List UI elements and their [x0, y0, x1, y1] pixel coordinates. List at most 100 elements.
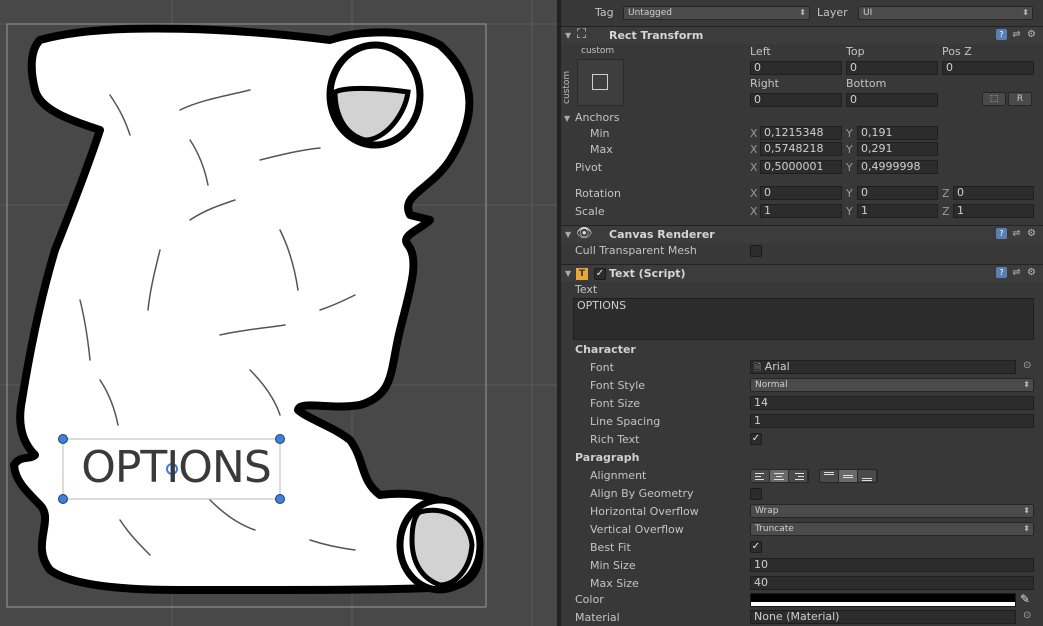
posz-label: Pos Z	[942, 45, 972, 58]
dotted-box-icon: ⬚	[989, 94, 999, 104]
preset-sliders-icon[interactable]: ⇌	[1011, 29, 1022, 40]
anchor-max-y-field[interactable]: 0,291	[857, 142, 938, 156]
min-y-label: Y	[846, 127, 853, 140]
foldout-arrow-icon[interactable]: ▼	[565, 230, 571, 239]
layer-dropdown[interactable]: UI ⬍	[858, 6, 1033, 20]
anchor-preset-side-label: custom	[562, 70, 572, 104]
preset-sliders-icon[interactable]: ⇌	[1011, 267, 1022, 278]
best-fit-label: Best Fit	[590, 541, 631, 554]
align-middle-icon[interactable]	[839, 470, 858, 482]
settings-gear-icon[interactable]: ⚙	[1026, 228, 1037, 239]
top-field[interactable]: 0	[846, 61, 938, 75]
text-enabled-checkbox[interactable]: ✓	[594, 268, 606, 280]
layer-value: UI	[863, 8, 873, 18]
eyedropper-icon[interactable]: ✎	[1020, 592, 1030, 606]
color-field[interactable]	[750, 593, 1016, 607]
text-script-header[interactable]: ▼ T ✓ Text (Script) ? ⇌ ⚙	[561, 264, 1043, 282]
left-label: Left	[750, 45, 771, 58]
max-x-label: X	[750, 143, 758, 156]
preset-sliders-icon[interactable]: ⇌	[1011, 228, 1022, 239]
help-book-icon[interactable]: ?	[996, 29, 1007, 40]
raw-edit-button[interactable]: R	[1008, 92, 1032, 106]
font-size-label: Font Size	[590, 397, 641, 410]
align-geometry-checkbox[interactable]	[750, 488, 762, 500]
canvas-renderer-header[interactable]: ▼ 👁 Canvas Renderer ? ⇌ ⚙	[561, 225, 1043, 243]
align-right-icon[interactable]	[789, 470, 808, 482]
pivot-y-label: Y	[846, 161, 853, 174]
dropdown-arrow-icon: ⬍	[1023, 506, 1030, 515]
settings-gear-icon[interactable]: ⚙	[1026, 29, 1037, 40]
pivot-y-field[interactable]: 0,4999998	[857, 160, 938, 174]
foldout-arrow-icon[interactable]: ▼	[565, 31, 571, 40]
alignment-label: Alignment	[590, 469, 647, 482]
scene-canvas[interactable]	[0, 0, 557, 626]
rotation-y-field[interactable]: 0	[857, 186, 938, 200]
align-left-icon[interactable]	[751, 470, 770, 482]
v-overflow-label: Vertical Overflow	[590, 523, 684, 536]
font-object-field[interactable]: 🗎 Arial	[750, 360, 1016, 374]
scale-x-field[interactable]: 1	[760, 204, 842, 218]
min-x-label: X	[750, 127, 758, 140]
material-field[interactable]: None (Material)	[750, 610, 1016, 624]
align-bottom-icon[interactable]	[858, 470, 877, 482]
horizontal-alignment-group[interactable]	[750, 469, 809, 483]
anchor-preset-button[interactable]	[577, 59, 624, 106]
h-overflow-dropdown[interactable]: Wrap ⬍	[750, 504, 1034, 518]
help-book-icon[interactable]: ?	[996, 267, 1007, 278]
min-size-field[interactable]: 10	[750, 558, 1034, 572]
anchor-min-label: Min	[590, 127, 610, 140]
v-overflow-dropdown[interactable]: Truncate ⬍	[750, 522, 1034, 536]
max-size-field[interactable]: 40	[750, 576, 1034, 590]
max-size-label: Max Size	[590, 577, 639, 590]
rect-transform-header[interactable]: ▼ ⛶ Rect Transform ? ⇌ ⚙	[561, 26, 1043, 44]
scroll-image[interactable]	[10, 24, 484, 594]
help-book-icon[interactable]: ?	[996, 228, 1007, 239]
object-picker-icon[interactable]: ⊙	[1023, 360, 1031, 371]
scale-z-label: Z	[942, 205, 950, 218]
pivot-x-label: X	[750, 161, 758, 174]
pivot-x-field[interactable]: 0,5000001	[760, 160, 842, 174]
line-spacing-label: Line Spacing	[590, 415, 661, 428]
settings-gear-icon[interactable]: ⚙	[1026, 267, 1037, 278]
anchor-square-icon	[592, 74, 608, 90]
dropdown-arrow-icon: ⬍	[1022, 8, 1029, 17]
text-area[interactable]: OPTIONS	[573, 298, 1034, 340]
cull-mesh-checkbox[interactable]	[750, 245, 762, 257]
tag-dropdown[interactable]: Untagged ⬍	[623, 6, 810, 20]
text-script-title: Text (Script)	[609, 267, 686, 280]
font-asset-icon: 🗎	[754, 363, 762, 373]
anchor-preset-label: custom	[581, 46, 615, 56]
object-picker-icon[interactable]: ⊙	[1023, 610, 1031, 621]
right-field[interactable]: 0	[750, 93, 842, 107]
scene-view[interactable]: OPTIONS	[0, 0, 557, 626]
font-size-field[interactable]: 14	[750, 396, 1034, 410]
anchor-min-x-field[interactable]: 0,1215348	[760, 126, 842, 140]
align-center-icon[interactable]	[770, 470, 789, 482]
rotation-z-field[interactable]: 0	[953, 186, 1034, 200]
anchor-max-x-field[interactable]: 0,5748218	[760, 142, 842, 156]
scale-y-label: Y	[846, 205, 853, 218]
max-y-label: Y	[846, 143, 853, 156]
blueprint-mode-button[interactable]: ⬚	[982, 92, 1006, 106]
tag-label: Tag	[595, 6, 614, 19]
rotation-x-field[interactable]: 0	[760, 186, 842, 200]
best-fit-checkbox[interactable]: ✓	[750, 541, 762, 553]
resize-handle-tl	[58, 434, 68, 444]
bottom-field[interactable]: 0	[846, 93, 938, 107]
color-label: Color	[575, 593, 604, 606]
line-spacing-field[interactable]: 1	[750, 414, 1034, 428]
anchor-min-y-field[interactable]: 0,191	[857, 126, 938, 140]
anchors-foldout-icon[interactable]: ▼	[564, 114, 570, 123]
font-style-dropdown[interactable]: Normal ⬍	[750, 378, 1034, 392]
left-field[interactable]: 0	[750, 61, 842, 75]
foldout-arrow-icon[interactable]: ▼	[565, 269, 571, 278]
min-size-label: Min Size	[590, 559, 636, 572]
rot-z-label: Z	[942, 187, 950, 200]
scale-y-field[interactable]: 1	[857, 204, 938, 218]
right-label: Right	[750, 77, 779, 90]
scale-z-field[interactable]: 1	[953, 204, 1034, 218]
align-top-icon[interactable]	[820, 470, 839, 482]
rich-text-checkbox[interactable]: ✓	[750, 433, 762, 445]
vertical-alignment-group[interactable]	[819, 469, 878, 483]
posz-field[interactable]: 0	[942, 61, 1034, 75]
